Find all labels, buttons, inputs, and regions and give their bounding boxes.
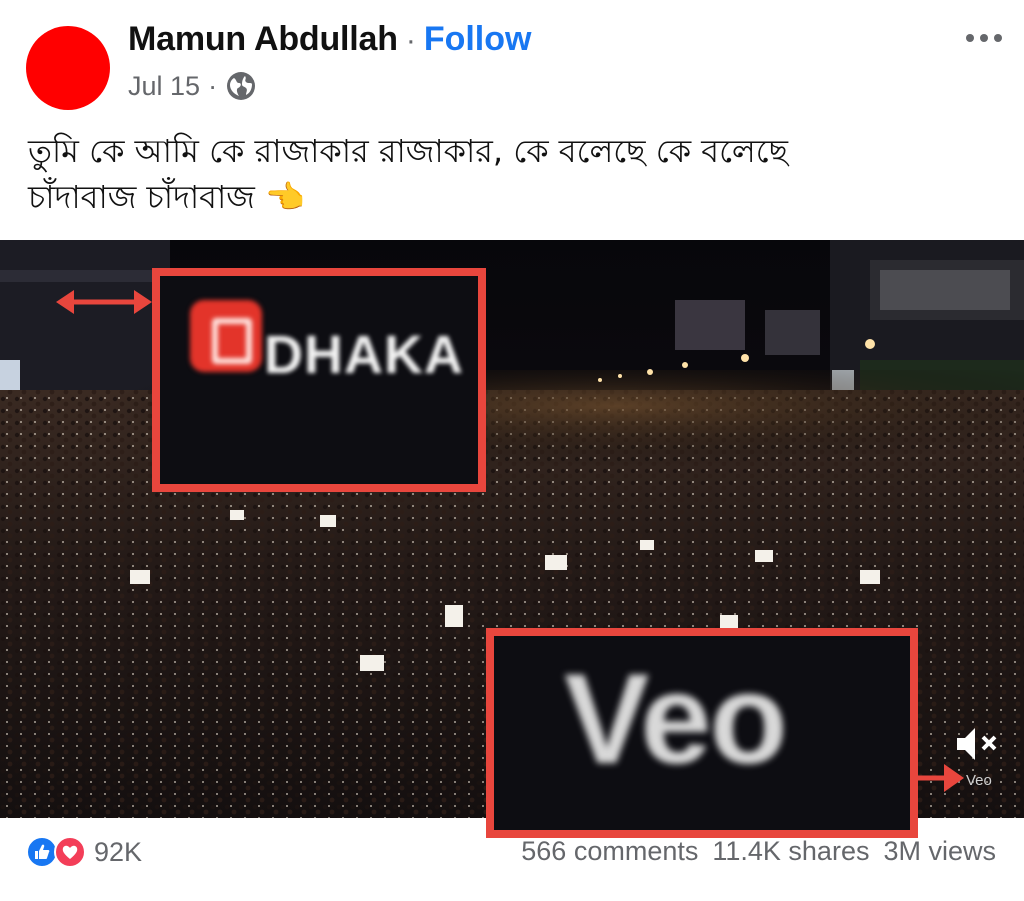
dhaka-logo-subtext <box>204 392 424 430</box>
speaker-muted-icon[interactable] <box>955 724 1003 764</box>
engagement-stats: 566 comments 11.4K shares 3M views <box>521 836 996 867</box>
love-reaction-icon <box>54 836 86 868</box>
shares-count[interactable]: 11.4K shares <box>712 836 869 867</box>
author-row: Mamun Abdullah · Follow <box>128 20 531 59</box>
caption-line-2: চাঁদাবাজ চাঁদাবাজ 👈 <box>28 174 988 220</box>
arrow-right-icon <box>918 764 964 792</box>
separator-dot: · <box>405 24 416 57</box>
more-options-icon[interactable] <box>966 34 1002 42</box>
author-name[interactable]: Mamun Abdullah <box>128 20 398 59</box>
dhaka-logo-icon <box>190 300 262 372</box>
post-date[interactable]: Jul 15 <box>128 71 200 102</box>
reactions-summary[interactable]: 92K <box>26 836 142 868</box>
post-caption: তুমি কে আমি কে রাজাকার রাজাকার, কে বলেছে… <box>28 128 988 220</box>
comments-count[interactable]: 566 comments <box>521 836 698 867</box>
caption-line-2-text: চাঁদাবাজ চাঁদাবাজ <box>28 178 255 216</box>
views-count: 3M views <box>883 836 996 866</box>
zoom-inset-dhaka-logo: DHAKA <box>152 268 486 492</box>
veo-watermark: Veo <box>966 772 992 789</box>
follow-button[interactable]: Follow <box>424 20 532 59</box>
meta-separator: · <box>208 70 218 101</box>
pointing-hand-emoji: 👈 <box>265 178 305 216</box>
caption-line-1: তুমি কে আমি কে রাজাকার রাজাকার, কে বলেছে… <box>28 132 789 170</box>
globe-icon <box>227 72 256 100</box>
author-avatar[interactable] <box>26 26 110 110</box>
dhaka-logo-text: DHAKA <box>264 325 464 385</box>
zoom-inset-veo-watermark: Veo <box>486 628 918 838</box>
post-header: Mamun Abdullah · Follow Jul 15 · <box>0 0 1024 120</box>
reaction-count: 92K <box>94 836 143 867</box>
post-footer: 92K 566 comments 11.4K shares 3M views <box>0 818 1024 901</box>
double-arrow-icon <box>56 290 152 314</box>
veo-watermark-zoomed: Veo <box>564 648 788 791</box>
post-meta: Jul 15 · <box>128 70 257 102</box>
